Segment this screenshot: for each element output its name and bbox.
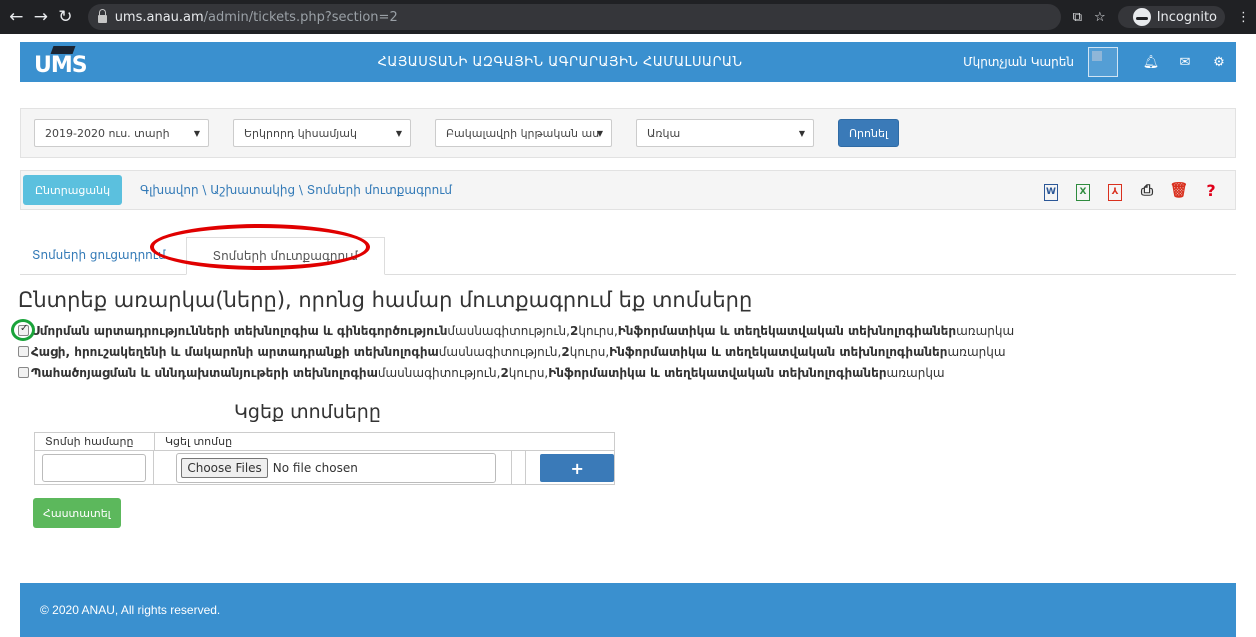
specialty-name: Պահածոյացման և սննդախտանյութերի տեխնոլոգ… — [31, 365, 378, 380]
confirm-button[interactable]: Հաստատել — [33, 498, 121, 528]
upload-title: Կցեք տոմսերը — [234, 401, 381, 423]
menu-button[interactable]: Ընտրացանկ — [23, 175, 123, 205]
form-select[interactable]: Առկա ▼ — [636, 119, 814, 147]
graduation-cap-icon — [50, 46, 76, 54]
filter-bar: 2019-2020 ուս. տարի ▼ Երկրորդ կիսամյակ ▼… — [20, 108, 1236, 158]
course-label: կուրս, — [569, 344, 610, 359]
avatar[interactable] — [1088, 47, 1118, 77]
table-row: Choose Files No file chosen + — [35, 451, 614, 485]
subject-checkbox[interactable] — [18, 367, 29, 378]
upload-table: Տոմսի համարը Կցել տոմսը Choose Files No … — [34, 432, 615, 485]
gear-icon[interactable]: ⚙ — [1202, 55, 1236, 70]
caret-down-icon: ▼ — [395, 128, 402, 138]
list-item: Հացի, հրուշակեղենի և մակարոնի արտադրանքի… — [18, 341, 1248, 362]
specialty-label: մասնագիտություն, — [377, 365, 501, 380]
level-select-value: Բակալավրի կրթական աս — [446, 126, 600, 140]
subject-name: Ինֆորմատիկա և տեղեկատվական տեխնոլոգիաներ — [609, 344, 948, 359]
file-input[interactable]: Choose Files No file chosen — [176, 453, 497, 483]
ticket-number-input[interactable] — [42, 454, 147, 482]
course-number: 2 — [569, 323, 579, 338]
star-icon[interactable]: ☆ — [1094, 10, 1106, 25]
choose-files-button[interactable]: Choose Files — [181, 458, 268, 478]
form-select-value: Առկա — [647, 126, 681, 140]
year-select-value: 2019-2020 ուս. տարի — [45, 126, 170, 140]
search-button[interactable]: Որոնել — [838, 119, 899, 147]
subject-label: առարկա — [886, 365, 945, 380]
address-bar[interactable]: ums.anau.am /admin/tickets.php?section=2 — [87, 4, 1061, 30]
breadcrumb[interactable]: Գլխավոր \ Աշխատակից \ Տոմսերի մուտքագրու… — [140, 183, 452, 197]
copyright-text: © 2020 ANAU, All rights reserved. — [40, 603, 221, 617]
semester-select-value: Երկրորդ կիսամյակ — [244, 126, 357, 140]
breadcrumb-bar: Ընտրացանկ Գլխավոր \ Աշխատակից \ Տոմսերի … — [20, 170, 1236, 210]
url-host: ums.anau.am — [114, 9, 204, 25]
subject-name: Ինֆորմատիկա և տեղեկատվական տեխնոլոգիաներ — [617, 323, 957, 338]
incognito-badge[interactable]: Incognito — [1117, 6, 1226, 28]
specialty-name: Հացի, հրուշակեղենի և մակարոնի արտադրանքի… — [31, 344, 439, 359]
year-select[interactable]: 2019-2020 ուս. տարի ▼ — [34, 119, 209, 147]
incognito-label: Incognito — [1156, 9, 1218, 25]
forward-icon[interactable]: → — [31, 7, 52, 27]
incognito-icon — [1132, 8, 1151, 26]
list-item: Սմորման արտադրությունների տեխնոլոգիա և գ… — [18, 320, 1248, 341]
print-icon[interactable]: ⎙ — [1131, 181, 1163, 199]
list-item: Պահածոյացման և սննդախտանյութերի տեխնոլոգ… — [18, 362, 1248, 383]
no-file-text: No file chosen — [272, 461, 358, 475]
back-icon[interactable]: ← — [6, 7, 27, 27]
logo-text: UMS — [34, 53, 88, 78]
add-row-button[interactable]: + — [540, 454, 614, 482]
highlight-ellipse — [150, 224, 370, 270]
subject-label: առարկա — [956, 323, 1015, 338]
excel-export-icon[interactable]: X — [1067, 180, 1099, 201]
caret-down-icon: ▼ — [193, 128, 200, 138]
highlight-ring — [11, 319, 35, 341]
logo[interactable]: UMS — [20, 42, 100, 82]
page-title: Ընտրեք առարկա(ները), որոնց համար մուտքագ… — [18, 288, 753, 312]
upload-table-header: Տոմսի համարը Կցել տոմսը — [35, 433, 614, 451]
envelope-icon[interactable]: ✉ — [1168, 55, 1202, 70]
subject-name: Ինֆորմատիկա և տեղեկատվական տեխնոլոգիաներ — [548, 365, 887, 380]
course-label: կուրս, — [508, 365, 549, 380]
caret-down-icon: ▼ — [798, 128, 805, 138]
reload-icon[interactable]: ↻ — [55, 7, 76, 27]
col-attach-ticket: Կցել տոմսը — [165, 435, 233, 448]
course-number: 2 — [500, 365, 509, 380]
semester-select[interactable]: Երկրորդ կիսամյակ ▼ — [233, 119, 411, 147]
specialty-label: մասնագիտություն, — [438, 344, 562, 359]
course-number: 2 — [561, 344, 570, 359]
bell-icon[interactable]: 🔔︎ — [1134, 55, 1168, 70]
pdf-export-icon[interactable]: ⅄ — [1099, 180, 1131, 201]
course-label: կուրս, — [578, 323, 618, 338]
browser-toolbar: ← → ↻ ums.anau.am /admin/tickets.php?sec… — [0, 0, 1256, 34]
subject-label: առարկա — [947, 344, 1006, 359]
specialty-label: մասնագիտություն, — [447, 323, 570, 338]
user-name[interactable]: Մկրտչյան Կարեն — [963, 55, 1074, 69]
help-icon[interactable]: ? — [1195, 181, 1227, 200]
url-path: /admin/tickets.php?section=2 — [203, 9, 398, 25]
col-ticket-number: Տոմսի համարը — [35, 433, 155, 450]
caret-down-icon: ▼ — [596, 128, 603, 138]
level-select[interactable]: Բակալավրի կրթական աս ▼ — [435, 119, 612, 147]
lock-icon — [97, 9, 107, 23]
subject-checkbox[interactable] — [18, 346, 29, 357]
word-export-icon[interactable]: W — [1035, 180, 1067, 201]
university-title: ՀԱՅԱՍՏԱՆԻ ԱԶԳԱՅԻՆ ԱԳՐԱՐԱՅԻՆ ՀԱՄԱԼՍԱՐԱՆ — [377, 54, 743, 70]
specialty-name: Սմորման արտադրությունների տեխնոլոգիա և գ… — [31, 323, 448, 338]
kebab-menu-icon[interactable]: ⋮ — [1237, 10, 1250, 25]
app-header: UMS ՀԱՅԱՍՏԱՆԻ ԱԶԳԱՅԻՆ ԱԳՐԱՐԱՅԻՆ ՀԱՄԱԼՍԱՐ… — [20, 42, 1236, 82]
trash-icon[interactable]: 🗑︎ — [1163, 181, 1195, 199]
subject-list: Սմորման արտադրությունների տեխնոլոգիա և գ… — [18, 320, 1248, 383]
footer: © 2020 ANAU, All rights reserved. — [20, 583, 1236, 637]
translate-icon[interactable]: ⧉ — [1073, 10, 1082, 25]
